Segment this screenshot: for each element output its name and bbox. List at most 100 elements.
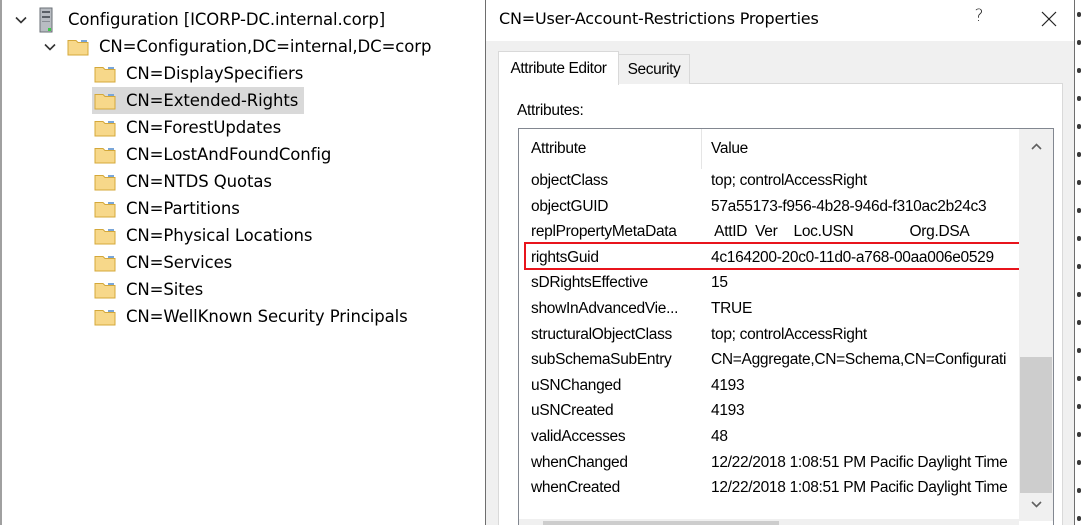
chevron-down-icon[interactable] xyxy=(14,13,28,27)
edge-mark xyxy=(1077,516,1081,521)
edge-mark xyxy=(1077,348,1081,353)
edge-mark xyxy=(1077,124,1081,129)
attribute-row-validaccesses[interactable]: validAccesses 48 xyxy=(519,425,1019,451)
attribute-value: AttID Ver Loc.USN Org.DSA xyxy=(711,223,970,241)
tree-item-label: CN=NTDS Quotas xyxy=(126,172,272,191)
edge-mark xyxy=(1077,68,1081,73)
vertical-scrollbar[interactable] xyxy=(1019,129,1053,521)
horizontal-scrollbar[interactable] xyxy=(519,519,1019,525)
attribute-name: whenCreated xyxy=(531,479,620,497)
tree-item-ntds-quotas[interactable]: CN=NTDS Quotas xyxy=(94,168,278,195)
column-header-attribute[interactable]: Attribute xyxy=(531,140,586,158)
tree-item-label: CN=Sites xyxy=(126,280,204,299)
tree-item-label: CN=LostAndFoundConfig xyxy=(126,145,332,164)
column-header-value[interactable]: Value xyxy=(711,140,748,158)
attribute-row-objectclass[interactable]: objectClass top; controlAccessRight xyxy=(519,169,1019,195)
attribute-value: 12/22/2018 1:08:51 PM Pacific Daylight T… xyxy=(711,453,1008,471)
attribute-name: structuralObjectClass xyxy=(531,325,672,343)
folder-icon xyxy=(67,38,89,56)
vertical-scroll-thumb[interactable] xyxy=(1020,357,1052,493)
horizontal-scroll-thumb[interactable] xyxy=(543,521,779,525)
attribute-row-subschemasubentry[interactable]: subSchemaSubEntry CN=Aggregate,CN=Schema,… xyxy=(519,348,1019,374)
background-window-edge xyxy=(1074,0,1086,525)
tab-security[interactable]: Security xyxy=(619,54,690,84)
attribute-value: top; controlAccessRight xyxy=(711,325,867,343)
chevron-down-icon xyxy=(1030,500,1042,508)
tree-item-lostandfoundconfig[interactable]: CN=LostAndFoundConfig xyxy=(94,141,337,168)
attribute-row-objectguid[interactable]: objectGUID 57a55173-f956-4b28-946d-f310ac… xyxy=(519,195,1019,221)
attribute-name: subSchemaSubEntry xyxy=(531,351,672,369)
attribute-row-structuralobjectclass[interactable]: structuralObjectClass top; controlAccessR… xyxy=(519,323,1019,349)
tree-item-label: Configuration [ICORP-DC.internal.corp] xyxy=(68,10,386,29)
tree-item-label: CN=Configuration,DC=internal,DC=corp xyxy=(99,37,432,56)
edge-mark xyxy=(1077,264,1081,269)
attribute-value: 57a55173-f956-4b28-946d-f310ac2b24c3 xyxy=(711,197,987,215)
attribute-name: validAccesses xyxy=(531,428,626,445)
attribute-name: sDRightsEffective xyxy=(531,274,648,292)
tree-item-partitions[interactable]: CN=Partitions xyxy=(94,195,246,222)
attribute-row-whenchanged[interactable]: whenChanged 12/22/2018 1:08:51 PM Pacific… xyxy=(519,451,1019,477)
folder-icon xyxy=(94,65,116,83)
tree-item-extended-rights[interactable]: CN=Extended-Rights xyxy=(92,87,305,114)
folder-icon xyxy=(94,119,116,137)
list-header: Attribute Value xyxy=(519,129,1019,169)
column-separator[interactable] xyxy=(701,129,702,169)
folder-icon xyxy=(94,227,116,245)
folder-icon xyxy=(94,200,116,218)
tree-item-label: CN=DisplaySpecifiers xyxy=(126,64,304,83)
edge-mark xyxy=(1077,320,1081,325)
folder-icon xyxy=(94,92,116,110)
edge-mark xyxy=(1077,40,1081,45)
tree-item-wellknown-security-principals[interactable]: CN=WellKnown Security Principals xyxy=(94,303,414,330)
attributes-label: Attributes: xyxy=(517,102,584,119)
folder-icon xyxy=(94,254,116,272)
close-button[interactable] xyxy=(1034,6,1064,32)
attribute-row-replpropertymetadata[interactable]: replPropertyMetaData AttID Ver Loc.USN O… xyxy=(519,220,1019,246)
edge-mark xyxy=(1077,208,1081,213)
tree-item-displayspecifiers[interactable]: CN=DisplaySpecifiers xyxy=(94,60,309,87)
attribute-row-usnchanged[interactable]: uSNChanged 4193 xyxy=(519,374,1019,400)
dialog-titlebar[interactable]: CN=User-Account-Restrictions Properties … xyxy=(486,0,1074,41)
help-button[interactable]: ? xyxy=(964,6,994,32)
tree-item-sites[interactable]: CN=Sites xyxy=(94,276,209,303)
attribute-row-rightsguid[interactable]: rightsGuid 4c164200-20c0-11d0-a768-00aa00… xyxy=(519,246,1019,272)
folder-icon xyxy=(94,146,116,164)
edge-mark xyxy=(1077,460,1081,465)
attribute-name: objectGUID xyxy=(531,197,609,215)
server-icon xyxy=(38,6,54,34)
tree-item-partial-above xyxy=(90,0,450,2)
edge-mark xyxy=(1077,152,1081,157)
tree-item-configuration-root[interactable]: Configuration [ICORP-DC.internal.corp] xyxy=(14,6,385,33)
edge-mark xyxy=(1077,96,1081,101)
edge-mark xyxy=(1077,180,1081,185)
chevron-up-icon xyxy=(1030,142,1042,150)
attribute-value: 4193 xyxy=(711,402,745,420)
attribute-value: TRUE xyxy=(711,300,752,317)
scroll-down-button[interactable] xyxy=(1019,487,1053,521)
attribute-row-sdrightseffective[interactable]: sDRightsEffective 15 xyxy=(519,271,1019,297)
chevron-down-icon[interactable] xyxy=(43,40,57,54)
tree-item-physical-locations[interactable]: CN=Physical Locations xyxy=(94,222,318,249)
edge-mark xyxy=(1077,404,1081,409)
tree-item-label: CN=Partitions xyxy=(126,199,240,218)
attributes-list[interactable]: Attribute Value objectClass top; controlA… xyxy=(518,128,1054,525)
attribute-value: 4c164200-20c0-11d0-a768-00aa006e0529 xyxy=(711,248,994,266)
properties-dialog: CN=User-Account-Restrictions Properties … xyxy=(485,0,1086,525)
attribute-value: 15 xyxy=(711,274,728,292)
tree-item-label: CN=ForestUpdates xyxy=(126,118,282,137)
tab-attribute-editor[interactable]: Attribute Editor xyxy=(498,51,619,85)
attribute-row-showinadvancedviewonly[interactable]: showInAdvancedVie... TRUE xyxy=(519,297,1019,323)
close-icon xyxy=(1041,11,1057,27)
tree-item-forestupdates[interactable]: CN=ForestUpdates xyxy=(94,114,287,141)
edge-mark xyxy=(1077,432,1081,437)
edge-mark xyxy=(1077,236,1081,241)
tree-item-configuration-container[interactable]: CN=Configuration,DC=internal,DC=corp xyxy=(43,33,431,60)
tree-item-services[interactable]: CN=Services xyxy=(94,249,238,276)
tree-item-label: CN=WellKnown Security Principals xyxy=(126,307,408,326)
attribute-row-whencreated[interactable]: whenCreated 12/22/2018 1:08:51 PM Pacific… xyxy=(519,476,1019,502)
attribute-name: showInAdvancedVie... xyxy=(531,300,679,317)
directory-tree: Configuration [ICORP-DC.internal.corp] C… xyxy=(0,0,486,525)
tree-item-label: CN=Services xyxy=(126,253,233,272)
attribute-row-usncreated[interactable]: uSNCreated 4193 xyxy=(519,399,1019,425)
scroll-up-button[interactable] xyxy=(1019,129,1053,163)
